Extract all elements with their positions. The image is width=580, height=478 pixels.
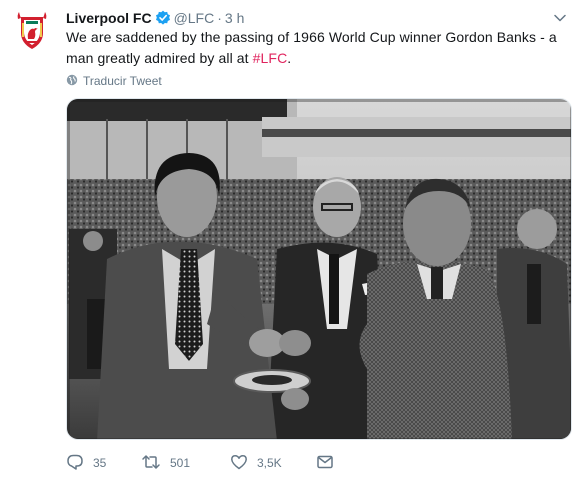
tweet-header: Liverpool FC @LFC · 3 h: [66, 8, 244, 28]
tweet-text-end: .: [287, 50, 292, 66]
globe-icon: [66, 74, 78, 89]
tweet-actions: 35 501 3,5K: [66, 452, 334, 474]
reply-count: 35: [93, 456, 107, 470]
separator-dot: ·: [217, 10, 222, 26]
direct-message-button[interactable]: [316, 454, 334, 473]
reply-icon: [66, 454, 84, 473]
retweet-button[interactable]: 501: [141, 454, 230, 473]
translate-tweet-link[interactable]: Traducir Tweet: [66, 72, 162, 90]
verified-badge-icon: [155, 10, 171, 26]
reply-button[interactable]: 35: [66, 454, 141, 473]
like-button[interactable]: 3,5K: [230, 454, 316, 473]
tweet-text-body: We are saddened by the passing of 1966 W…: [66, 29, 557, 66]
envelope-icon: [316, 454, 334, 473]
chevron-down-icon[interactable]: [553, 11, 567, 25]
retweet-icon: [141, 454, 161, 473]
liverpool-crest-icon[interactable]: [14, 11, 50, 51]
tweet-text: We are saddened by the passing of 1966 W…: [66, 27, 566, 69]
display-name[interactable]: Liverpool FC: [66, 10, 152, 26]
timestamp[interactable]: 3 h: [225, 10, 244, 26]
heart-icon: [230, 454, 248, 473]
tweet[interactable]: Liverpool FC @LFC · 3 h We are saddened …: [0, 0, 580, 478]
handle[interactable]: @LFC: [174, 10, 215, 26]
translate-label: Traducir Tweet: [83, 74, 162, 88]
retweet-count: 501: [170, 456, 191, 470]
hashtag-link[interactable]: #LFC: [253, 50, 288, 66]
tweet-photo[interactable]: [66, 98, 572, 440]
like-count: 3,5K: [257, 456, 282, 470]
